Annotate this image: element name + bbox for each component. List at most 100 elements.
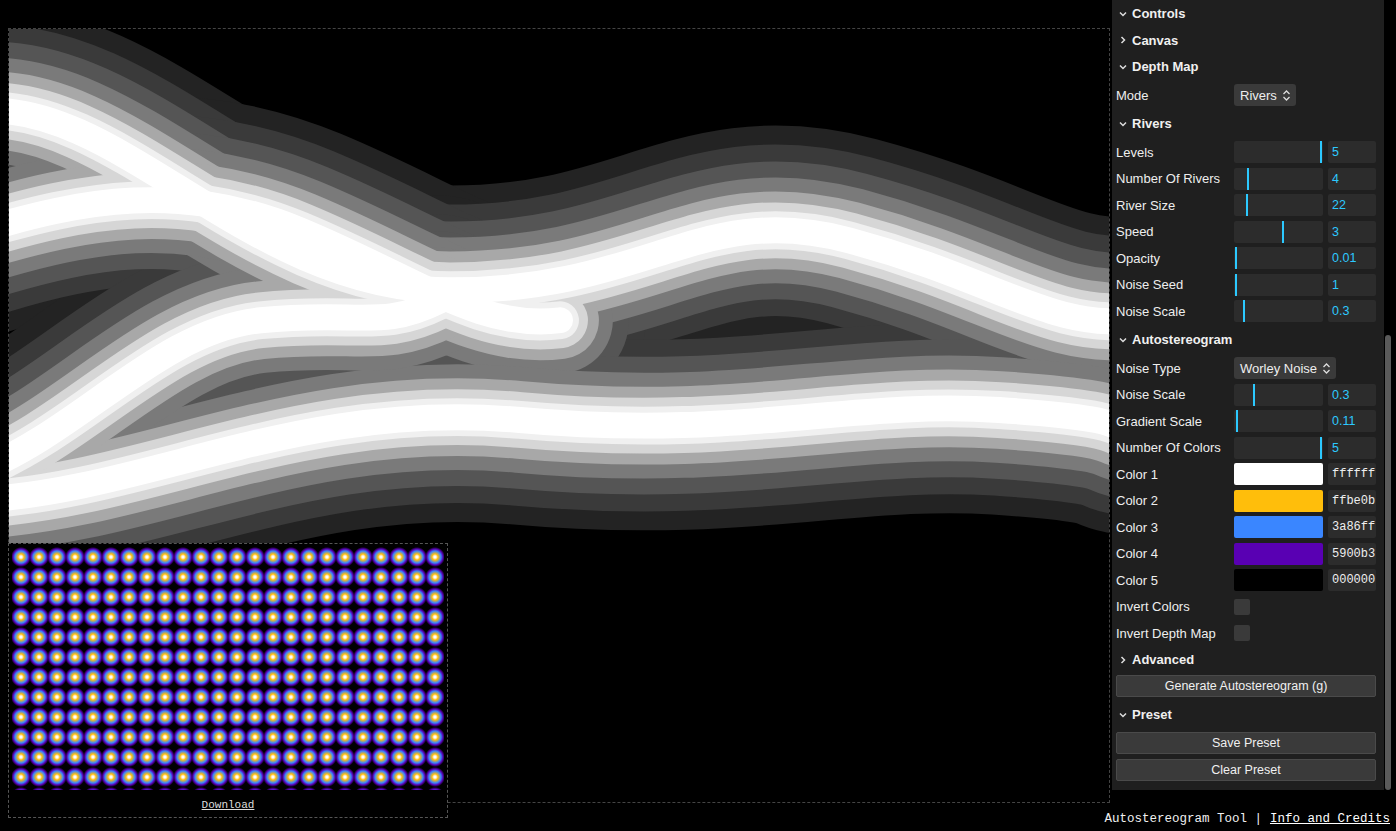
color-widget: 5900b3: [1234, 543, 1376, 565]
slider-track[interactable]: [1234, 410, 1323, 432]
slider-track[interactable]: [1234, 194, 1323, 216]
river-band: [9, 408, 1109, 499]
slider-track[interactable]: [1234, 221, 1323, 243]
folder-header[interactable]: Autostereogram: [1112, 327, 1384, 354]
panel-button[interactable]: Save Preset: [1116, 732, 1376, 754]
color-row: Color 2 ffbe0b: [1112, 488, 1384, 515]
slider-marker[interactable]: [1243, 300, 1245, 322]
slider-widget: 5: [1234, 437, 1376, 459]
river-band: [9, 110, 1109, 321]
folder: Canvas: [1112, 27, 1384, 54]
slider-widget: 3: [1234, 221, 1376, 243]
hex-field[interactable]: 000000: [1328, 569, 1376, 591]
river-band: [9, 408, 1109, 499]
control-label: Levels: [1116, 145, 1234, 160]
control-label: Color 4: [1116, 546, 1234, 561]
autostereogram-preview: Download: [8, 543, 448, 818]
folder-header[interactable]: Canvas: [1112, 27, 1384, 54]
river-band: [9, 408, 1109, 499]
slider-row: Gradient Scale0.11: [1112, 408, 1384, 435]
control-label: Noise Seed: [1116, 277, 1234, 292]
slider-widget: 0.3: [1234, 384, 1376, 406]
folder-header[interactable]: Rivers: [1112, 111, 1384, 138]
folder-header[interactable]: Preset: [1112, 702, 1384, 729]
number-field[interactable]: 0.11: [1328, 410, 1376, 432]
scrollbar-thumb[interactable]: [1385, 335, 1391, 790]
download-link[interactable]: Download: [202, 799, 255, 811]
slider-track[interactable]: [1234, 168, 1323, 190]
chevron-icon: [1119, 120, 1127, 128]
control-label: Color 1: [1116, 467, 1234, 482]
color-row: Color 4 5900b3: [1112, 541, 1384, 568]
slider-row: Speed3: [1112, 219, 1384, 246]
number-field[interactable]: 0.3: [1328, 300, 1376, 322]
select-box[interactable]: Worley Noise: [1234, 357, 1336, 379]
checkbox[interactable]: [1234, 599, 1250, 615]
color-row: Color 1 ffffff: [1112, 461, 1384, 488]
select-widget: Rivers: [1234, 84, 1376, 106]
river-band: [9, 408, 1109, 499]
color-widget: 000000: [1234, 569, 1376, 591]
checkbox-widget: [1234, 599, 1376, 615]
folder: RiversLevels5Number Of Rivers4River Size…: [1112, 111, 1384, 327]
button-row: Save Preset: [1112, 730, 1384, 757]
subfolder-header[interactable]: Advanced: [1112, 647, 1384, 674]
panel-button[interactable]: Generate Autostereogram (g): [1116, 675, 1376, 697]
number-field[interactable]: 22: [1328, 194, 1376, 216]
chevron-icon: [1119, 711, 1127, 719]
number-field[interactable]: 4: [1328, 168, 1376, 190]
panel-button[interactable]: Clear Preset: [1116, 759, 1376, 781]
updown-arrows-icon: [1323, 363, 1330, 374]
river-band: [9, 110, 1109, 321]
slider-marker[interactable]: [1235, 247, 1237, 269]
folder-body: Save Preset Clear Preset: [1112, 728, 1384, 785]
slider-marker[interactable]: [1320, 437, 1322, 459]
folder: Preset Save Preset Clear Preset: [1112, 702, 1384, 786]
slider-track[interactable]: [1234, 141, 1323, 163]
slider-track[interactable]: [1234, 384, 1323, 406]
select-widget: Worley Noise: [1234, 357, 1376, 379]
slider-marker[interactable]: [1320, 141, 1322, 163]
select-box[interactable]: Rivers: [1234, 84, 1296, 106]
slider-track[interactable]: [1234, 437, 1323, 459]
hex-field[interactable]: 3a86ff: [1328, 516, 1376, 538]
info-link[interactable]: Info and Credits: [1270, 812, 1390, 826]
slider-marker[interactable]: [1282, 221, 1284, 243]
app: DownloadControlsCanvasDepth MapModeRiver…: [0, 0, 1396, 831]
number-field[interactable]: 5: [1328, 437, 1376, 459]
river-band: [9, 110, 1109, 321]
color-swatch[interactable]: [1234, 490, 1323, 512]
slider-marker[interactable]: [1235, 274, 1237, 296]
river-band: [9, 408, 1109, 499]
number-field[interactable]: 0.3: [1328, 384, 1376, 406]
slider-marker[interactable]: [1253, 384, 1255, 406]
button-row: Clear Preset: [1112, 757, 1384, 784]
color-swatch[interactable]: [1234, 516, 1323, 538]
number-field[interactable]: 3: [1328, 221, 1376, 243]
checkbox-row: Invert Depth Map: [1112, 620, 1384, 647]
number-field[interactable]: 5: [1328, 141, 1376, 163]
folder-body: Levels5Number Of Rivers4River Size22Spee…: [1112, 137, 1384, 327]
color-widget: ffbe0b: [1234, 490, 1376, 512]
hex-field[interactable]: ffbe0b: [1328, 490, 1376, 512]
color-swatch[interactable]: [1234, 569, 1323, 591]
checkbox[interactable]: [1234, 625, 1250, 641]
slider-track[interactable]: [1234, 247, 1323, 269]
slider-marker[interactable]: [1247, 168, 1249, 190]
folder-header[interactable]: Depth Map: [1112, 54, 1384, 81]
slider-track[interactable]: [1234, 274, 1323, 296]
river-band: [9, 200, 560, 321]
color-swatch[interactable]: [1234, 543, 1323, 565]
slider-marker[interactable]: [1236, 410, 1238, 432]
control-label: Color 5: [1116, 573, 1234, 588]
hex-field[interactable]: ffffff: [1328, 463, 1376, 485]
panel-title[interactable]: Controls: [1112, 0, 1384, 27]
color-swatch[interactable]: [1234, 463, 1323, 485]
folder-body: Noise TypeWorley NoiseNoise Scale0.3Grad…: [1112, 353, 1384, 702]
number-field[interactable]: 1: [1328, 274, 1376, 296]
slider-marker[interactable]: [1246, 194, 1248, 216]
number-field[interactable]: 0.01: [1328, 247, 1376, 269]
hex-field[interactable]: 5900b3: [1328, 543, 1376, 565]
control-label: Color 2: [1116, 493, 1234, 508]
slider-track[interactable]: [1234, 300, 1323, 322]
